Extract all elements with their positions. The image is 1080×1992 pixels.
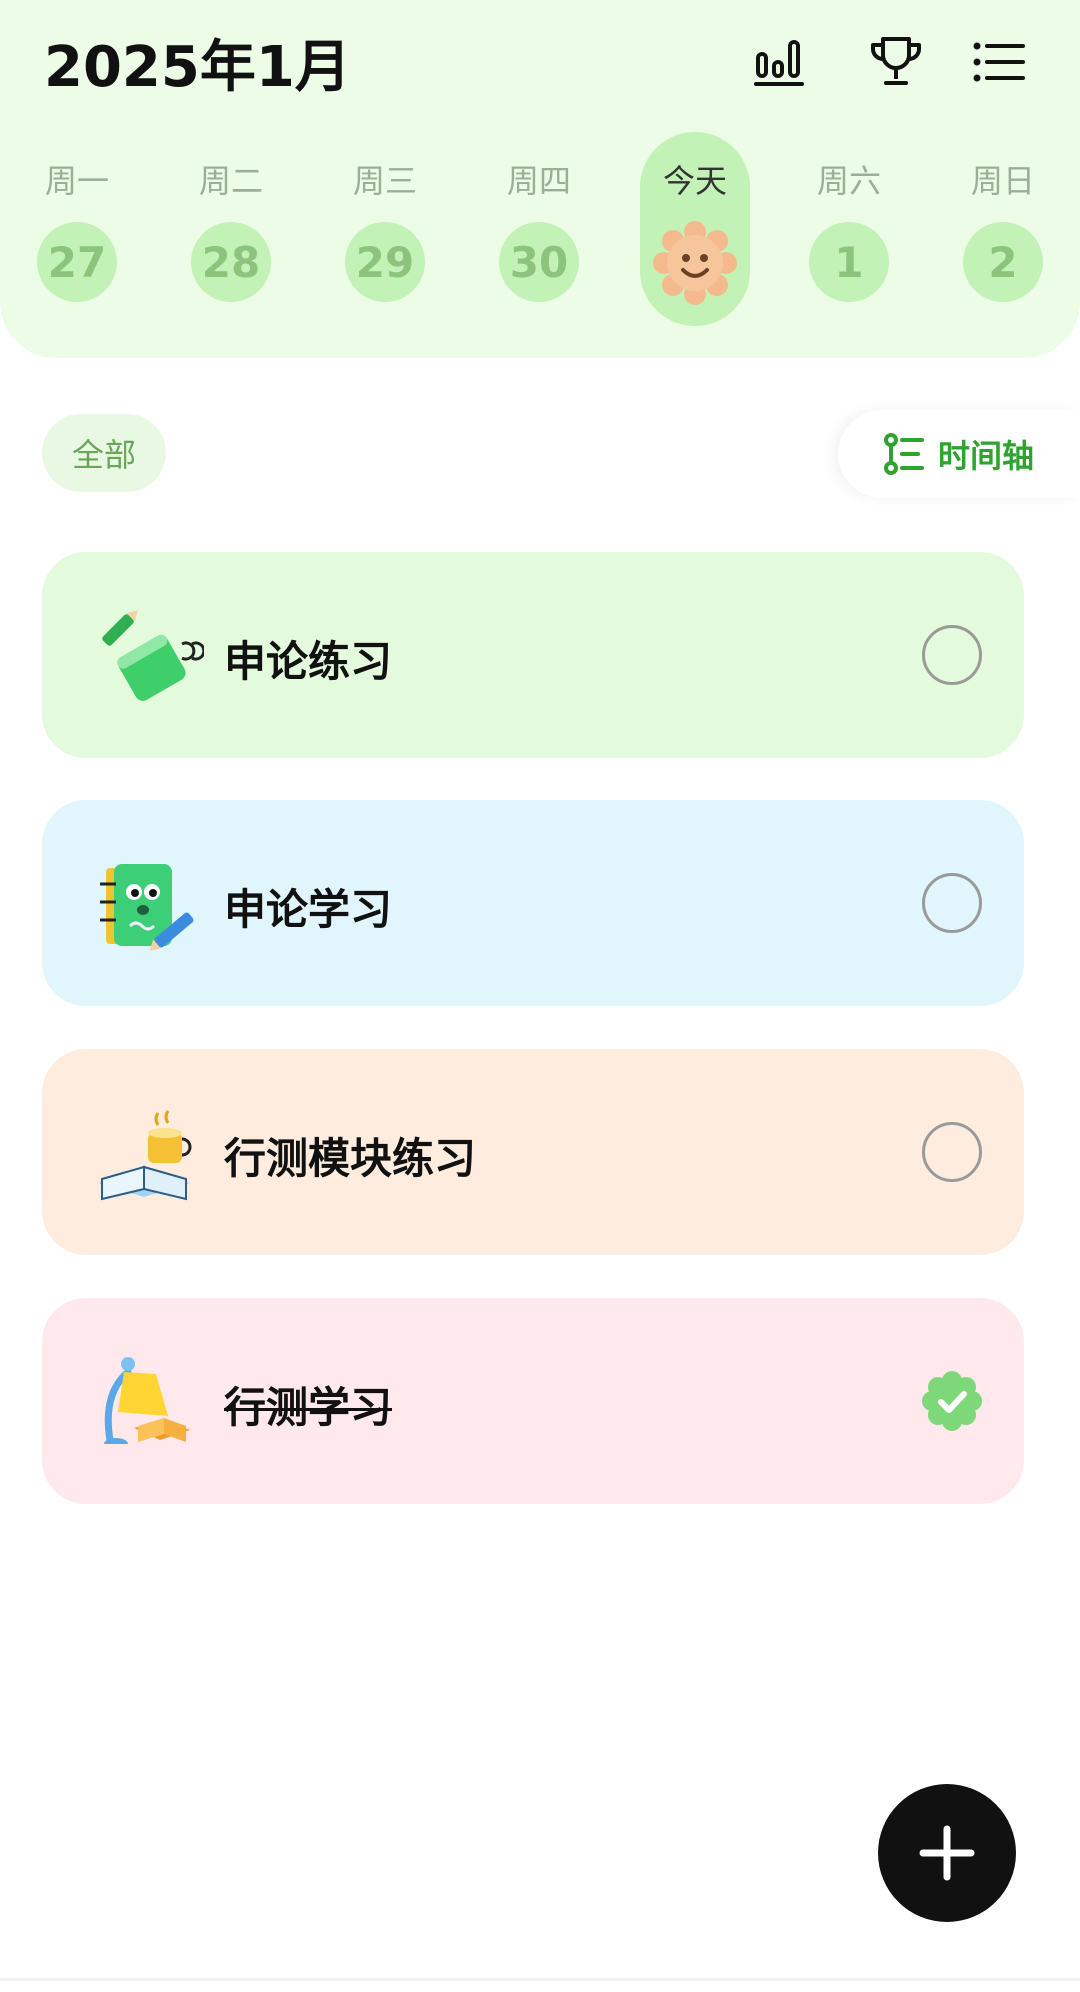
day-today[interactable]: 今天 xyxy=(640,130,750,330)
task-checkbox[interactable] xyxy=(922,1122,982,1182)
day-label: 周一 xyxy=(44,162,109,200)
task-name: 行测学习 xyxy=(224,1383,393,1432)
day-label: 周日 xyxy=(970,162,1035,200)
day-label: 周三 xyxy=(352,162,417,200)
day-number: 27 xyxy=(37,222,117,302)
day-number: 30 xyxy=(499,222,579,302)
week-strip: 周一 27 周二 28 周三 29 周四 30 今天 周六 1 周日 2 xyxy=(0,130,1080,330)
day-sun[interactable]: 周日 2 xyxy=(948,130,1058,330)
day-thu[interactable]: 周四 30 xyxy=(484,130,594,330)
day-label: 周四 xyxy=(506,162,571,200)
day-wed[interactable]: 周三 29 xyxy=(330,130,440,330)
task-checkbox[interactable] xyxy=(922,873,982,933)
menu-icon[interactable] xyxy=(968,30,1032,94)
trophy-icon[interactable] xyxy=(864,30,928,94)
header: 2025年1月 周一 27 周二 28 周三 29 周四 30 今天 周六 1 … xyxy=(0,0,1080,358)
notebook-pencil-icon xyxy=(94,608,206,708)
task-checkbox[interactable] xyxy=(922,625,982,685)
checked-badge-icon[interactable] xyxy=(920,1369,984,1433)
task-card[interactable]: 行测学习 xyxy=(42,1298,1024,1504)
plus-icon xyxy=(919,1825,975,1881)
day-label: 周二 xyxy=(198,162,263,200)
timeline-label: 时间轴 xyxy=(938,437,1035,475)
task-card[interactable]: 申论学习 xyxy=(42,800,1024,1006)
day-sat[interactable]: 周六 1 xyxy=(794,130,904,330)
day-number: 2 xyxy=(963,222,1043,302)
day-label: 周六 xyxy=(816,162,881,200)
timeline-icon xyxy=(884,433,924,475)
day-mon[interactable]: 周一 27 xyxy=(22,130,132,330)
day-number: 28 xyxy=(191,222,271,302)
task-name: 行测模块练习 xyxy=(224,1134,477,1183)
divider xyxy=(0,1978,1080,1981)
timeline-button[interactable]: 时间轴 xyxy=(838,410,1080,498)
task-card[interactable]: 行测模块练习 xyxy=(42,1049,1024,1255)
day-tue[interactable]: 周二 28 xyxy=(176,130,286,330)
page-title: 2025年1月 xyxy=(44,35,351,100)
book-coffee-icon xyxy=(94,1105,204,1205)
day-number: 1 xyxy=(809,222,889,302)
day-label: 今天 xyxy=(662,162,727,200)
notebook-character-icon xyxy=(94,856,204,956)
day-number: 29 xyxy=(345,222,425,302)
lamp-book-icon xyxy=(94,1354,204,1454)
task-card[interactable]: 申论练习 xyxy=(42,552,1024,758)
smiley-sun-icon xyxy=(650,218,740,308)
add-task-button[interactable] xyxy=(878,1784,1016,1922)
stats-icon[interactable] xyxy=(748,30,812,94)
filter-all-chip[interactable]: 全部 xyxy=(42,414,166,492)
task-name: 申论练习 xyxy=(224,637,393,686)
task-name: 申论学习 xyxy=(224,885,393,934)
